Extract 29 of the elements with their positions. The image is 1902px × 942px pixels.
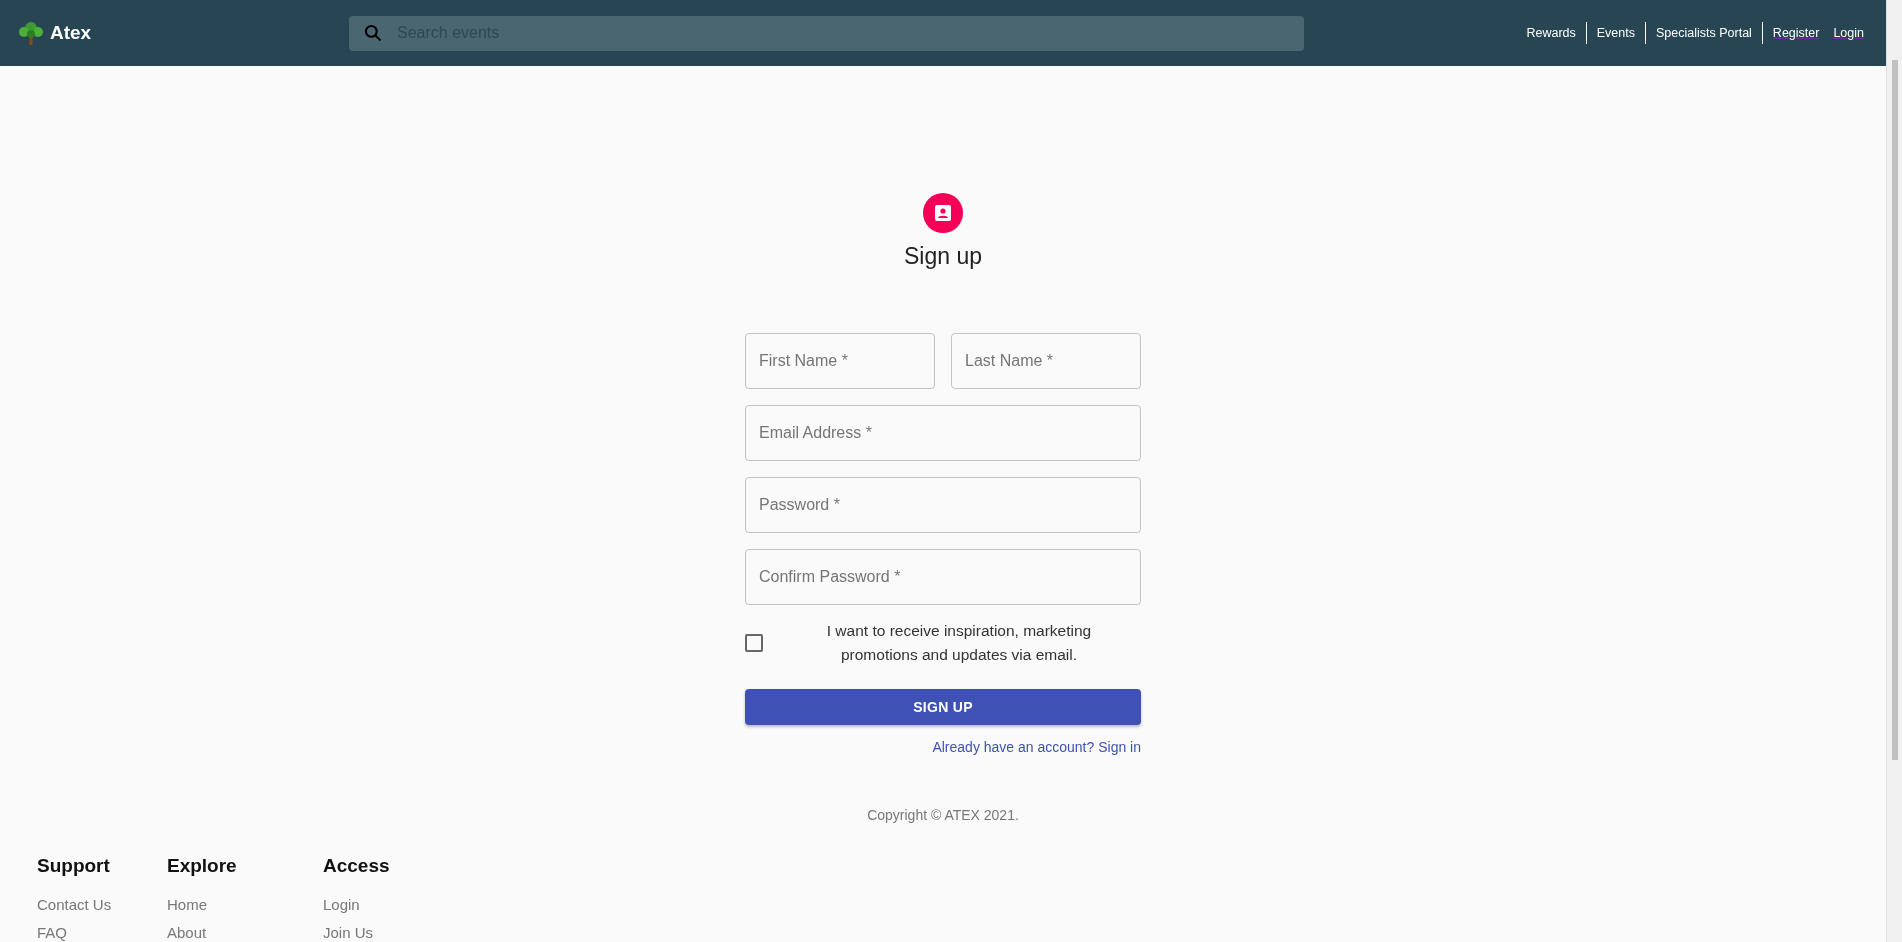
footer-link[interactable]: Join Us [323, 919, 443, 942]
text-field[interactable]: Password * [745, 477, 1141, 533]
page-title: Sign up [904, 242, 982, 271]
copyright-text: Copyright © ATEX 2021. [867, 807, 1019, 823]
footer-link[interactable]: About [167, 919, 323, 942]
footer-link[interactable]: FAQ [37, 919, 167, 942]
contact-card-icon [934, 204, 952, 222]
text-field[interactable]: Last Name * [951, 333, 1141, 389]
nav-link[interactable]: Rewards [1516, 22, 1587, 44]
sign-in-link[interactable]: Already have an account? Sign in [932, 739, 1141, 755]
logo-text[interactable]: Atex [50, 22, 92, 44]
consent-label: I want to receive inspiration, marketing promotions and updates via email. [825, 621, 1093, 665]
footer-heading: Support [37, 854, 111, 878]
checkbox[interactable] [745, 634, 763, 652]
text-field[interactable]: First Name * [745, 333, 935, 389]
footer-link[interactable]: Login [323, 891, 443, 919]
nav-link[interactable]: Login [1823, 22, 1868, 44]
sign-up-button[interactable]: SIGN UP [745, 689, 1141, 725]
footer-link[interactable]: Contact Us [37, 891, 167, 919]
nav-link[interactable]: Events [1586, 22, 1646, 44]
footer-link[interactable]: Home [167, 891, 323, 919]
tree-logo-icon [18, 20, 44, 46]
footer-heading: Access [323, 854, 391, 878]
text-field[interactable]: Confirm Password * [745, 549, 1141, 605]
nav-link[interactable]: Specialists Portal [1646, 22, 1763, 44]
footer-heading: Explore [167, 854, 238, 878]
text-field[interactable]: Email Address * [745, 405, 1141, 461]
nav-link[interactable]: Register [1762, 22, 1824, 44]
search-icon [363, 22, 383, 43]
